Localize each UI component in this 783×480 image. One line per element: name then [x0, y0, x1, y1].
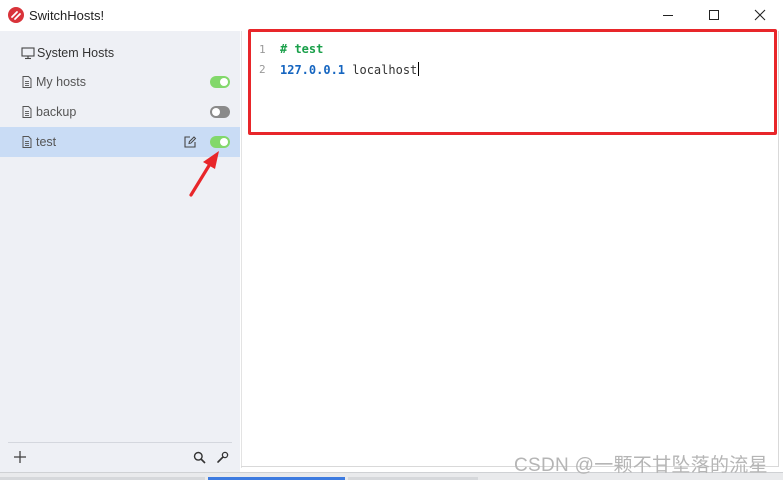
- sidebar-item-my-hosts[interactable]: My hosts: [0, 67, 240, 97]
- monitor-icon: [21, 47, 35, 60]
- enable-toggle[interactable]: [210, 76, 230, 88]
- sidebar-item-backup[interactable]: backup: [0, 97, 240, 127]
- app-logo-icon: [8, 7, 24, 23]
- annotation-arrow-icon: [189, 151, 219, 197]
- sidebar-item-label: backup: [36, 105, 77, 119]
- sidebar: System Hosts My hosts backup test: [0, 31, 240, 472]
- close-button[interactable]: [737, 0, 783, 31]
- watermark-text: CSDN @一颗不甘坠落的流星: [514, 455, 768, 476]
- maximize-icon: [709, 10, 719, 20]
- annotation-highlight-box: [248, 29, 777, 135]
- sidebar-item-label: System Hosts: [37, 46, 115, 60]
- edit-icon[interactable]: [183, 135, 197, 149]
- sidebar-item-label: My hosts: [36, 75, 87, 89]
- toggle-knob: [220, 78, 228, 86]
- enable-toggle[interactable]: [210, 106, 230, 118]
- file-icon: [22, 76, 32, 88]
- sidebar-item-label: test: [36, 135, 57, 149]
- sidebar-item-system-hosts[interactable]: System Hosts: [0, 38, 240, 68]
- sidebar-divider: [8, 442, 232, 443]
- close-icon: [754, 9, 766, 21]
- enable-toggle[interactable]: [210, 136, 230, 148]
- window-title: SwitchHosts!: [29, 8, 105, 23]
- file-icon: [22, 106, 32, 118]
- toggle-knob: [212, 108, 220, 116]
- maximize-button[interactable]: [691, 0, 737, 31]
- minimize-icon: [663, 15, 673, 16]
- plus-icon[interactable]: [12, 449, 28, 465]
- title-bar: SwitchHosts!: [0, 0, 783, 31]
- wrench-icon[interactable]: [216, 451, 229, 464]
- minimize-button[interactable]: [645, 0, 691, 31]
- search-icon[interactable]: [193, 451, 206, 464]
- toggle-knob: [220, 138, 228, 146]
- file-icon: [22, 136, 32, 148]
